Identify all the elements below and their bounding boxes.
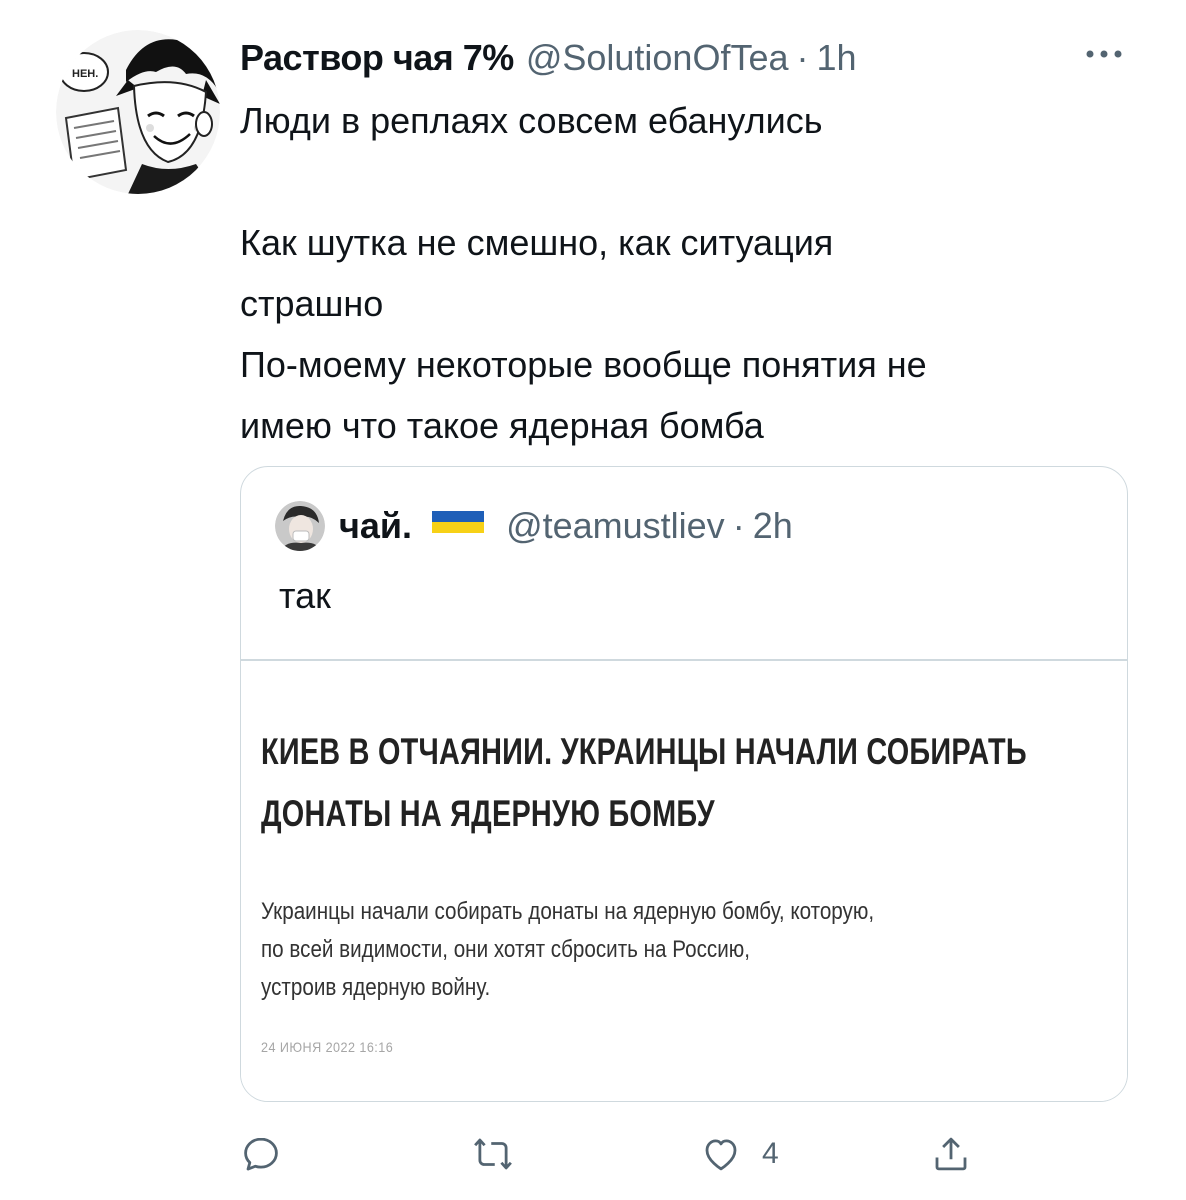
tweet-line: страшно [240, 283, 384, 324]
tweet-line: Люди в реплаях совсем ебанулись [240, 100, 823, 141]
quoted-author-avatar[interactable] [275, 501, 325, 551]
tweet-line: По-моему некоторые вообще понятия не [240, 344, 927, 385]
article-headline: КИЕВ В ОТЧАЯНИИ. УКРАИНЦЫ НАЧАЛИ СОБИРАТ… [261, 721, 1096, 845]
quoted-tweet[interactable]: чай. @teamustliev · 2h так КИЕВ В ОТЧАЯН… [240, 466, 1128, 1102]
tweet-line: имею что такое ядерная бомба [240, 405, 764, 446]
author-handle[interactable]: @SolutionOfTea [526, 37, 789, 79]
header-separator: · [796, 37, 809, 78]
article-body: Украинцы начали собирать донаты на ядерн… [261, 893, 1121, 1007]
retweet-button[interactable] [472, 1130, 514, 1178]
quoted-author-handle[interactable]: @teamustliev [506, 505, 725, 547]
reply-icon [244, 1137, 278, 1171]
author-avatar[interactable]: НЕН. [56, 30, 220, 194]
ukraine-flag-icon [432, 511, 485, 533]
avatar-image: НЕН. [56, 30, 220, 194]
retweet-icon [474, 1138, 512, 1170]
quoted-author-display-name[interactable]: чай. [339, 505, 412, 547]
share-icon [935, 1137, 967, 1171]
tweet-line: Как шутка не смешно, как ситуация [240, 222, 834, 263]
article-headline-line: КИЕВ В ОТЧАЯНИИ. УКРАИНЦЫ НАЧАЛИ СОБИРАТ… [261, 731, 1027, 772]
author-display-name[interactable]: Раствор чая 7% [240, 37, 514, 79]
more-icon [1086, 50, 1122, 58]
quoted-tweet-header: чай. @teamustliev · 2h [275, 501, 793, 551]
tweet-timestamp[interactable]: 1h [817, 37, 857, 79]
article-body-line: Украинцы начали собирать донаты на ядерн… [261, 898, 875, 925]
flag-bottom-stripe [432, 522, 485, 533]
flag-top-stripe [432, 511, 485, 522]
tweet-header: Раствор чая 7% @SolutionOfTea · 1h [240, 30, 857, 86]
avatar-bubble-text: НЕН. [72, 68, 98, 80]
article-date: 24 ИЮНЯ 2022 16:16 [261, 1039, 394, 1055]
quoted-avatar-image [275, 501, 325, 551]
quoted-media-image[interactable]: КИЕВ В ОТЧАЯНИИ. УКРАИНЦЫ НАЧАЛИ СОБИРАТ… [241, 661, 1127, 1101]
like-icon [705, 1139, 737, 1171]
like-button[interactable]: 4 [700, 1130, 779, 1178]
tweet-action-bar: 4 [240, 1130, 1000, 1178]
like-count: 4 [762, 1137, 779, 1170]
article-body-line: устроив ядерную войну. [261, 974, 491, 1001]
share-button[interactable] [930, 1130, 972, 1178]
article-body-line: по всей видимости, они хотят сбросить на… [261, 936, 750, 963]
quoted-tweet-text: так [279, 575, 331, 616]
reply-button[interactable] [240, 1130, 282, 1178]
article-headline-line: ДОНАТЫ НА ЯДЕРНУЮ БОМБУ [261, 793, 715, 834]
quoted-tweet-timestamp[interactable]: 2h [753, 505, 793, 547]
tweet-text: Люди в реплаях совсем ебанулись Как шутк… [240, 90, 1140, 456]
more-options-button[interactable] [1078, 34, 1130, 74]
quoted-header-separator: · [732, 505, 745, 546]
